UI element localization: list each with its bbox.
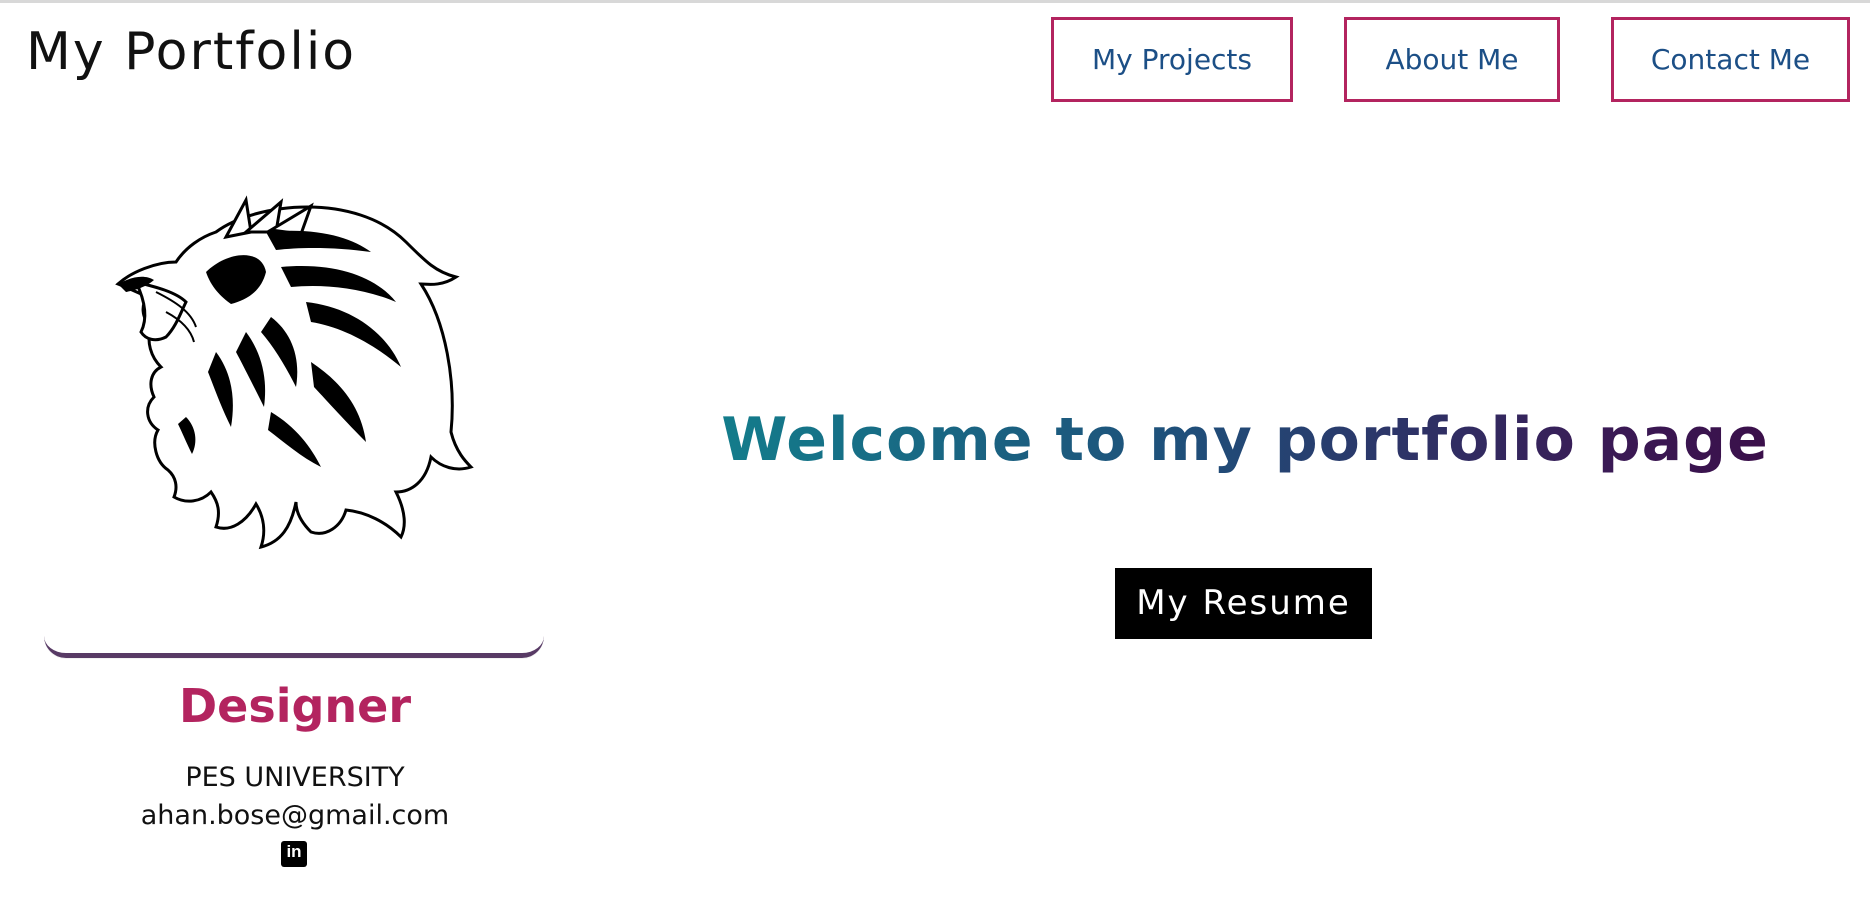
linkedin-icon[interactable]: in <box>281 841 307 867</box>
role-title: Designer <box>178 679 412 733</box>
top-divider <box>0 0 1870 3</box>
lion-head-logo-icon <box>96 192 496 592</box>
my-projects-button[interactable]: My Projects <box>1051 17 1293 102</box>
linkedin-icon-text: in <box>286 842 302 861</box>
university-text: PES UNIVERSITY <box>185 762 405 793</box>
site-title: My Portfolio <box>26 22 357 82</box>
profile-card <box>44 180 544 658</box>
resume-button[interactable]: My Resume <box>1115 568 1372 639</box>
about-me-button[interactable]: About Me <box>1344 17 1560 102</box>
contact-me-button[interactable]: Contact Me <box>1611 17 1850 102</box>
portfolio-page: My Portfolio My Projects About Me Contac… <box>0 0 1870 904</box>
email-text: ahan.bose@gmail.com <box>140 800 450 831</box>
welcome-heading: Welcome to my portfolio page <box>640 405 1850 475</box>
